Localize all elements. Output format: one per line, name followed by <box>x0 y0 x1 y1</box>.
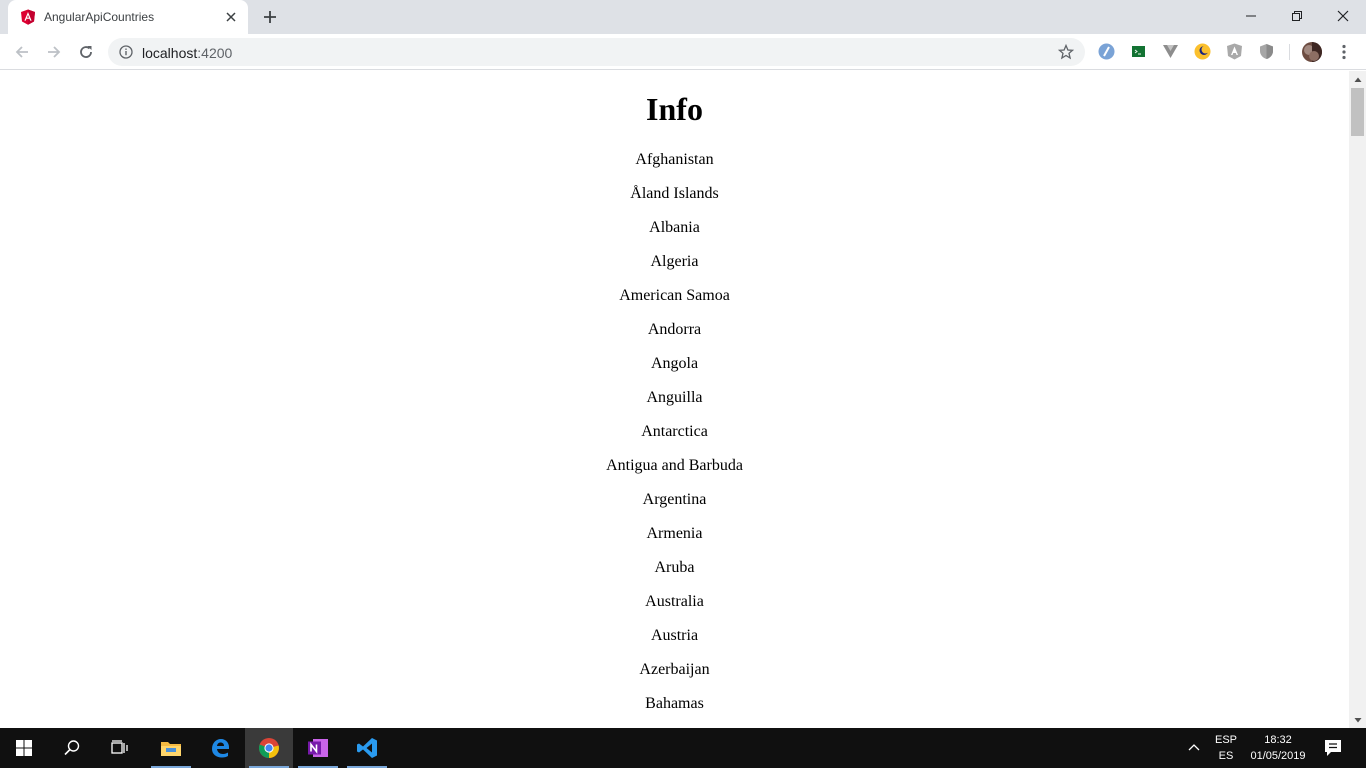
back-arrow-icon <box>15 46 28 58</box>
country-list: Afghanistan Åland Islands Albania Algeri… <box>0 150 1349 728</box>
extension-vue-icon[interactable] <box>1162 43 1179 60</box>
country-item: Åland Islands <box>630 185 719 202</box>
back-button[interactable] <box>12 42 32 62</box>
search-icon <box>64 740 80 756</box>
country-item: Angola <box>650 355 699 372</box>
country-item: Anguilla <box>646 389 703 406</box>
vscode-icon <box>357 738 377 758</box>
more-options-icon[interactable] <box>1336 43 1352 61</box>
taskbar-edge[interactable] <box>196 728 244 768</box>
windows-taskbar: ESP ES 18:32 01/05/2019 <box>0 728 1366 768</box>
taskbar-onenote[interactable] <box>294 728 342 768</box>
profile-avatar[interactable] <box>1302 42 1322 62</box>
restore-icon <box>1292 11 1302 21</box>
scroll-down-arrow-icon <box>1354 717 1361 722</box>
scroll-down-button[interactable] <box>1349 711 1366 728</box>
taskbar-search-button[interactable] <box>48 728 96 768</box>
taskbar-clock[interactable]: 18:32 01/05/2019 <box>1244 732 1312 764</box>
browser-tab[interactable]: AngularApiCountries <box>8 0 248 34</box>
page-heading: Info <box>646 91 703 127</box>
windows-start-icon <box>16 740 32 756</box>
clock-date: 01/05/2019 <box>1250 750 1306 762</box>
country-item: Bahamas <box>645 695 704 712</box>
extension-feather-icon[interactable] <box>1098 43 1115 60</box>
country-item: Argentina <box>642 491 707 508</box>
start-button[interactable] <box>0 728 48 768</box>
minimize-button[interactable] <box>1228 0 1274 32</box>
taskbar-file-explorer[interactable] <box>147 728 195 768</box>
scroll-up-button[interactable] <box>1349 71 1366 88</box>
extension-shield-icon[interactable] <box>1258 43 1275 60</box>
country-item: Armenia <box>646 525 703 542</box>
minimize-icon <box>1246 15 1256 17</box>
onenote-icon <box>308 739 328 757</box>
country-item: Azerbaijan <box>639 661 710 678</box>
site-info-icon[interactable] <box>119 45 133 59</box>
close-window-button[interactable] <box>1320 0 1366 32</box>
taskbar-chrome[interactable] <box>245 728 293 768</box>
task-view-button[interactable] <box>96 728 144 768</box>
taskbar-vscode[interactable] <box>343 728 391 768</box>
country-item: Algeria <box>650 253 699 270</box>
reload-icon <box>80 46 92 58</box>
url-text: localhost:4200 <box>142 45 232 61</box>
extension-moon-icon[interactable] <box>1194 43 1211 60</box>
scroll-up-arrow-icon <box>1354 77 1361 82</box>
forward-arrow-icon <box>48 46 61 58</box>
close-icon <box>1337 10 1349 22</box>
tab-title: AngularApiCountries <box>44 10 155 24</box>
country-item: Antigua and Barbuda <box>606 457 743 474</box>
chrome-icon <box>258 738 279 759</box>
country-item: Aruba <box>654 559 695 576</box>
action-center-icon[interactable] <box>1322 738 1344 758</box>
reload-button[interactable] <box>76 42 96 62</box>
clock-time: 18:32 <box>1264 734 1292 746</box>
country-item: Australia <box>645 593 704 610</box>
country-item: Albania <box>649 219 700 236</box>
restore-button[interactable] <box>1274 0 1320 32</box>
url-host: localhost <box>142 45 198 61</box>
country-item: Austria <box>650 627 699 644</box>
toolbar-separator <box>1289 44 1290 60</box>
tab-strip: AngularApiCountries <box>0 0 1366 34</box>
angular-favicon-icon <box>21 9 35 25</box>
scrollbar-thumb[interactable] <box>1351 88 1364 136</box>
language-indicator[interactable]: ESP ES <box>1212 732 1240 764</box>
browser-toolbar: localhost:4200 <box>0 34 1366 70</box>
close-tab-icon[interactable] <box>224 10 238 24</box>
url-port: :4200 <box>197 45 233 61</box>
task-view-icon <box>111 740 128 754</box>
bookmark-star-icon[interactable] <box>1058 44 1074 60</box>
page-scrollbar[interactable] <box>1349 71 1366 728</box>
show-hidden-icons-icon[interactable] <box>1184 740 1204 756</box>
extension-augury-icon[interactable] <box>1226 43 1243 60</box>
country-item: Andorra <box>647 321 702 338</box>
new-tab-icon[interactable] <box>261 8 279 26</box>
edge-icon <box>212 739 229 758</box>
country-item: American Samoa <box>619 287 730 304</box>
language-code: ESP <box>1214 734 1237 746</box>
country-item: Antarctica <box>641 423 708 440</box>
address-bar[interactable]: localhost:4200 <box>108 38 1085 66</box>
extension-terminal-icon[interactable] <box>1130 43 1147 60</box>
country-item: Afghanistan <box>635 151 714 168</box>
keyboard-layout: ES <box>1218 750 1234 762</box>
file-explorer-icon <box>161 742 181 756</box>
forward-button[interactable] <box>44 42 64 62</box>
page-viewport: Info Afghanistan Åland Islands Albania A… <box>0 71 1349 728</box>
